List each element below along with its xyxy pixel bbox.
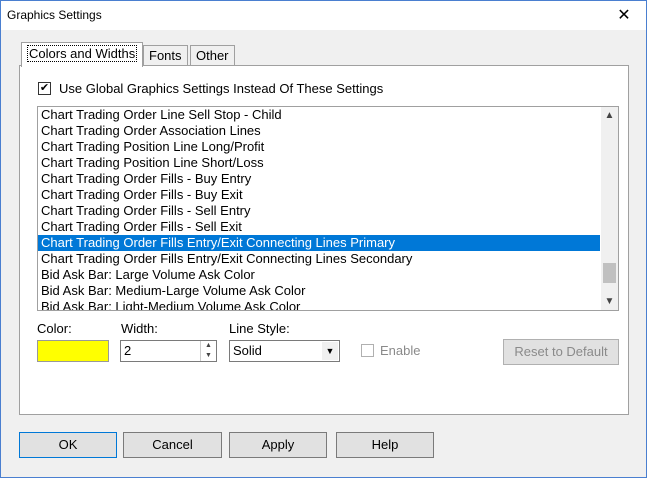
list-item[interactable]: Chart Trading Order Association Lines <box>38 123 600 139</box>
list-item[interactable]: Chart Trading Position Line Long/Profit <box>38 139 600 155</box>
global-settings-checkbox-row[interactable]: ✔ Use Global Graphics Settings Instead O… <box>38 81 383 96</box>
chevron-down-icon[interactable]: ▼ <box>322 342 338 360</box>
help-button[interactable]: Help <box>336 432 434 458</box>
tab-fonts[interactable]: Fonts <box>143 45 188 66</box>
global-settings-label: Use Global Graphics Settings Instead Of … <box>59 81 384 96</box>
list-item[interactable]: Chart Trading Order Fills Entry/Exit Con… <box>38 235 600 251</box>
checkbox-icon[interactable]: ✔ <box>38 82 51 95</box>
list-item[interactable]: Chart Trading Order Fills - Buy Entry <box>38 171 600 187</box>
list-items: Chart Trading Order Line Sell Stop - Chi… <box>38 107 600 310</box>
apply-button[interactable]: Apply <box>229 432 327 458</box>
close-icon[interactable]: ✕ <box>602 1 646 30</box>
list-item[interactable]: Chart Trading Order Line Sell Stop - Chi… <box>38 107 600 123</box>
line-style-label: Line Style: <box>229 321 290 336</box>
list-item[interactable]: Bid Ask Bar: Medium-Large Volume Ask Col… <box>38 283 600 299</box>
tab-label: Other <box>196 48 229 63</box>
ok-button[interactable]: OK <box>19 432 117 458</box>
list-item[interactable]: Bid Ask Bar: Light-Medium Volume Ask Col… <box>38 299 600 310</box>
tab-colors-and-widths[interactable]: Colors and Widths <box>21 42 144 67</box>
title-bar[interactable]: Graphics Settings ✕ <box>1 1 646 30</box>
list-item[interactable]: Chart Trading Order Fills Entry/Exit Con… <box>38 251 600 267</box>
list-item[interactable]: Chart Trading Position Line Short/Loss <box>38 155 600 171</box>
width-stepper[interactable]: 2 ▲ ▼ <box>120 340 217 362</box>
scroll-up-icon[interactable]: ▲ <box>601 107 618 124</box>
spin-up-icon[interactable]: ▲ <box>201 341 216 351</box>
graphics-items-list[interactable]: Chart Trading Order Line Sell Stop - Chi… <box>37 106 619 311</box>
enable-checkbox[interactable] <box>361 344 374 357</box>
tab-label: Colors and Widths <box>27 45 138 62</box>
window-title: Graphics Settings <box>7 8 102 22</box>
enable-checkbox-row[interactable]: Enable <box>361 343 420 358</box>
cancel-button[interactable]: Cancel <box>123 432 222 458</box>
graphics-settings-dialog: Graphics Settings ✕ Colors and Widths Fo… <box>0 0 647 478</box>
list-item[interactable]: Chart Trading Order Fills - Sell Entry <box>38 203 600 219</box>
tab-label: Fonts <box>149 48 182 63</box>
width-label: Width: <box>121 321 158 336</box>
enable-label: Enable <box>380 343 421 358</box>
list-item[interactable]: Chart Trading Order Fills - Buy Exit <box>38 187 600 203</box>
scroll-thumb[interactable] <box>603 263 616 283</box>
list-item[interactable]: Chart Trading Order Fills - Sell Exit <box>38 219 600 235</box>
color-swatch[interactable] <box>37 340 109 362</box>
reset-to-default-button[interactable]: Reset to Default <box>503 339 619 365</box>
list-item[interactable]: Bid Ask Bar: Large Volume Ask Color <box>38 267 600 283</box>
color-label: Color: <box>37 321 72 336</box>
tab-other[interactable]: Other <box>190 45 235 66</box>
line-style-select[interactable]: Solid ▼ <box>229 340 340 362</box>
width-value[interactable]: 2 <box>124 343 131 358</box>
spin-down-icon[interactable]: ▼ <box>201 351 216 361</box>
line-style-value: Solid <box>233 343 262 358</box>
list-scrollbar[interactable]: ▲ ▼ <box>601 107 618 310</box>
scroll-down-icon[interactable]: ▼ <box>601 293 618 310</box>
